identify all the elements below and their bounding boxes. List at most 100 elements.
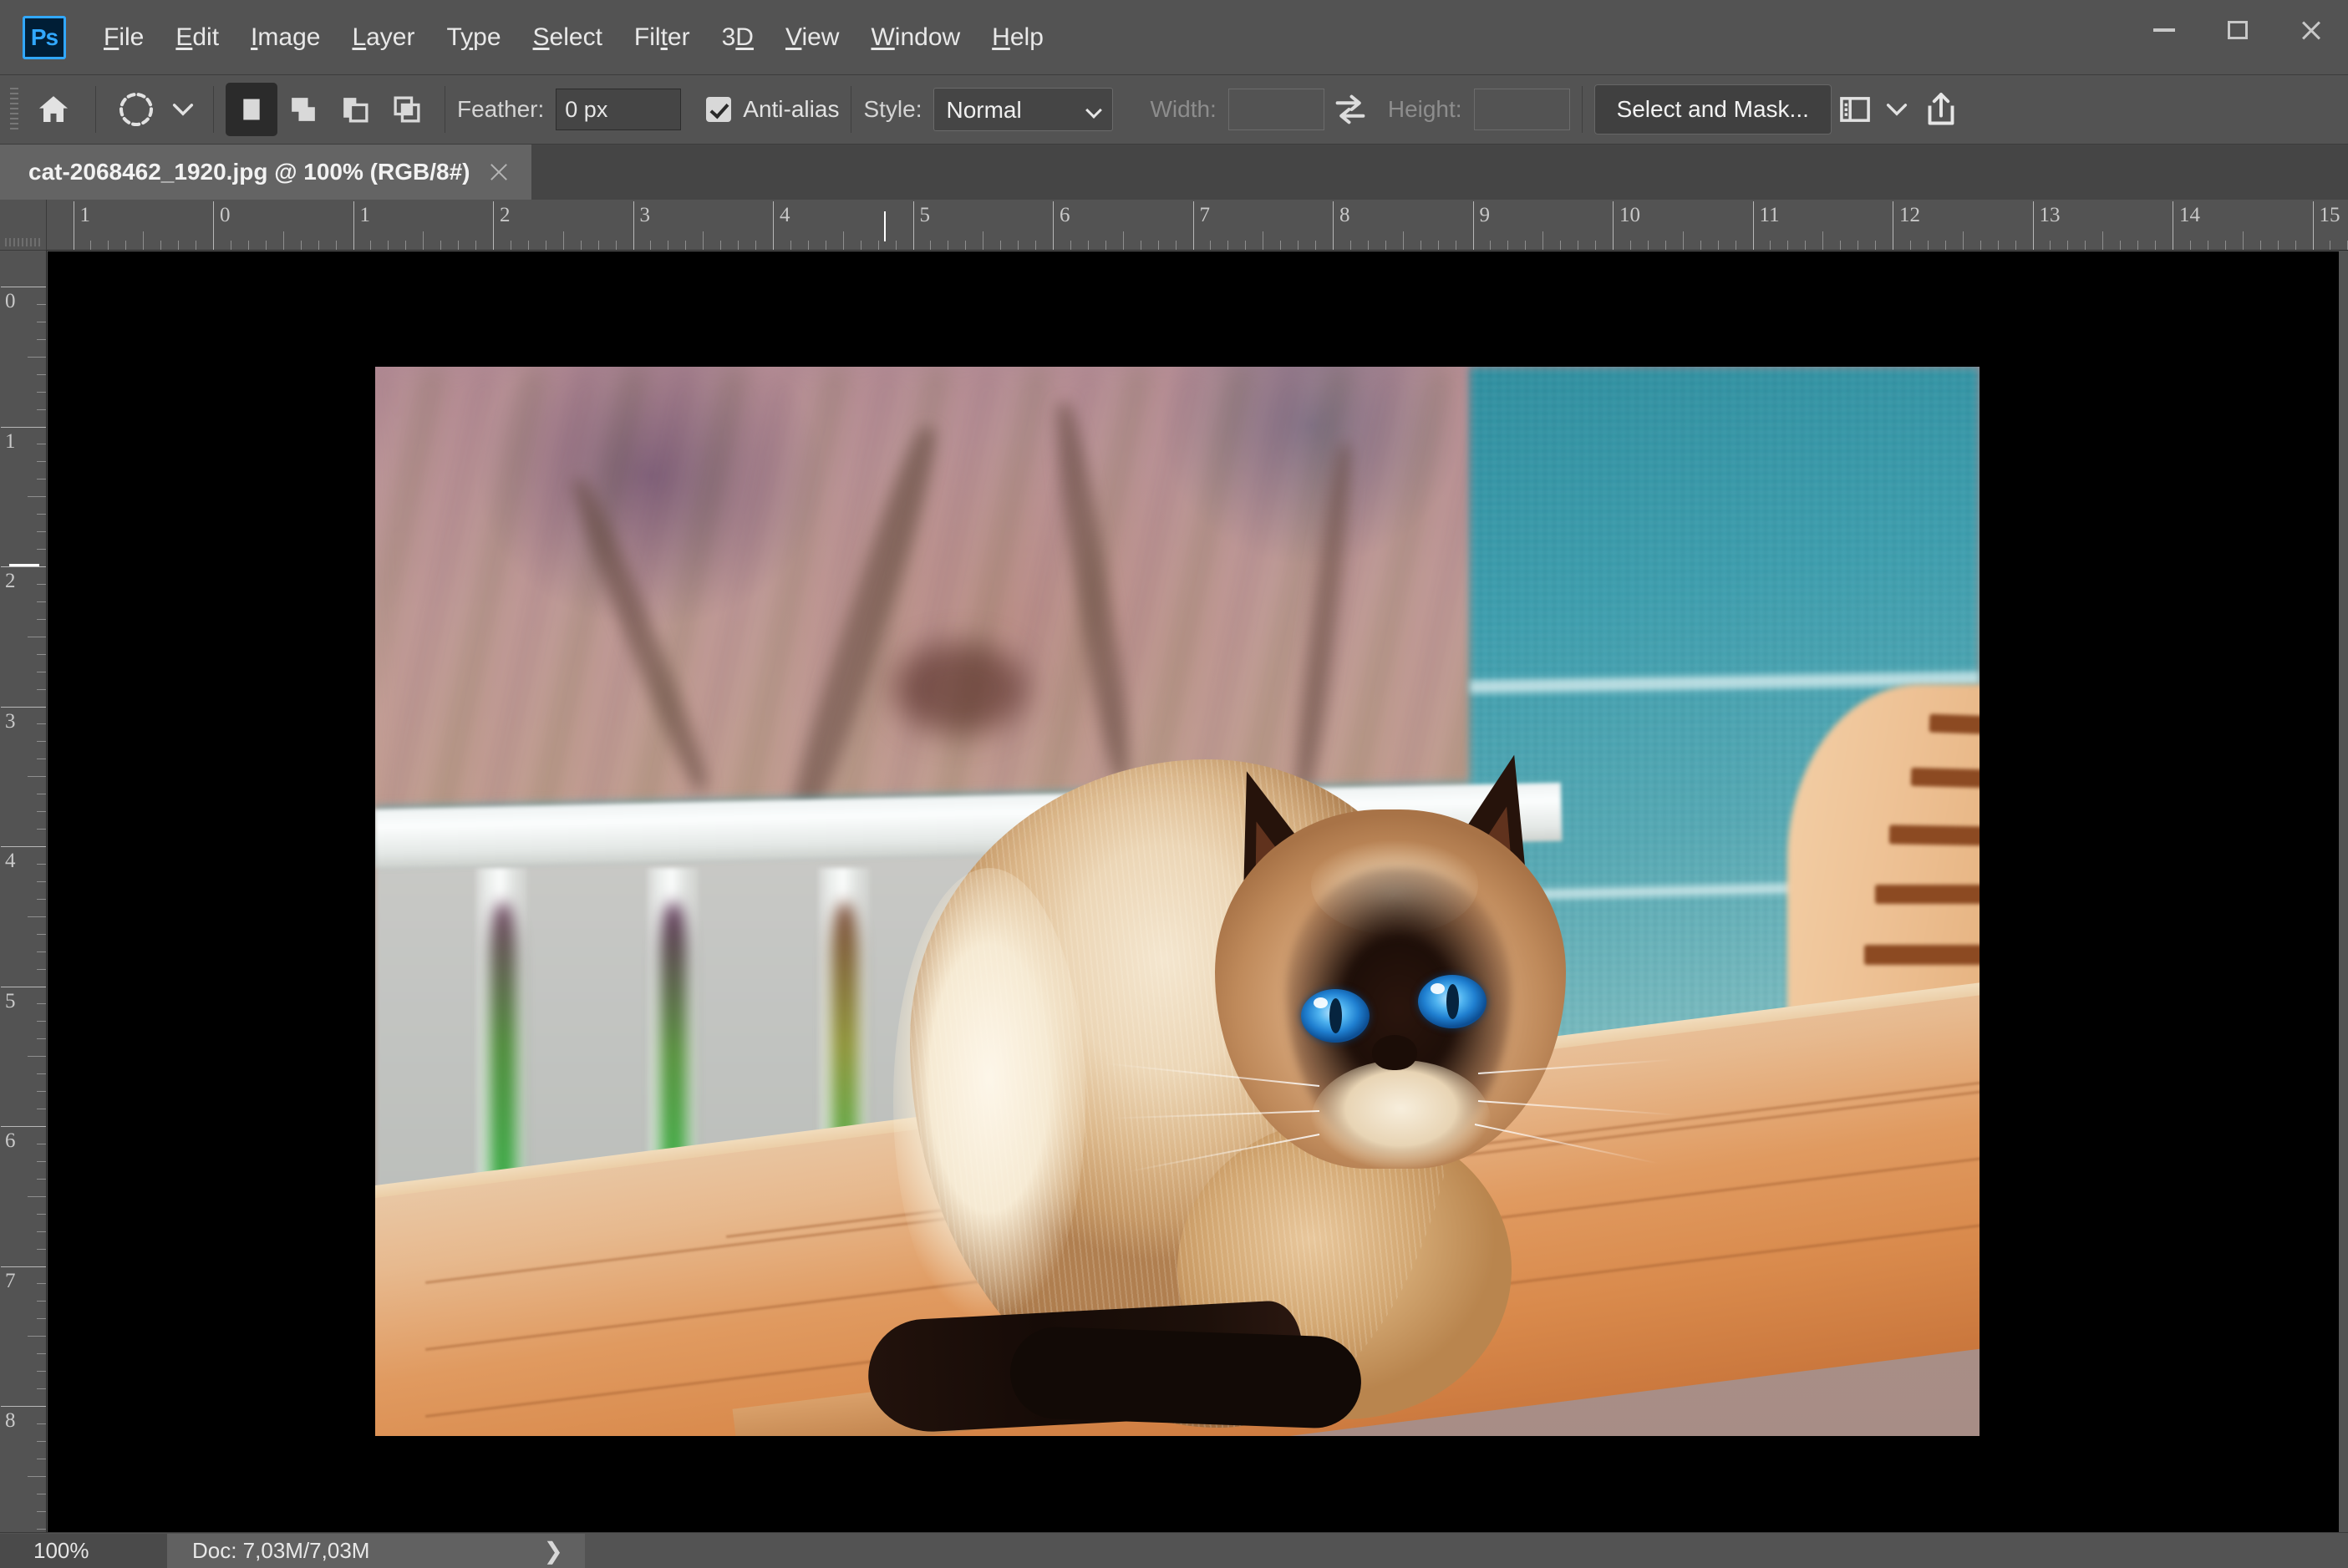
ruler-minor-tick	[1822, 231, 1824, 250]
height-input[interactable]	[1473, 89, 1570, 130]
intersect-with-selection-button[interactable]	[381, 83, 433, 136]
ruler-label: 2	[500, 204, 511, 226]
ruler-minor-tick	[895, 241, 897, 250]
menu-filter[interactable]: Filter	[618, 18, 706, 57]
ruler-major-tick	[1, 1126, 46, 1127]
menu-3d[interactable]: 3D	[706, 18, 770, 57]
ruler-minor-tick	[807, 241, 809, 250]
ruler-major-tick	[1333, 201, 1334, 250]
ruler-minor-tick	[37, 688, 46, 690]
ruler-corner[interactable]	[0, 200, 47, 251]
width-input[interactable]	[1227, 89, 1324, 130]
menu-layer[interactable]: Layer	[336, 18, 430, 57]
ruler-minor-tick	[37, 1248, 46, 1250]
swap-width-height-button[interactable]	[1324, 85, 1376, 134]
ruler-label: 0	[5, 290, 16, 312]
document-info[interactable]: Doc: 7,03M/7,03M ❯	[167, 1533, 585, 1568]
ruler-minor-tick	[458, 241, 460, 250]
ruler-minor-tick	[28, 1336, 46, 1337]
ruler-label: 13	[2039, 204, 2061, 226]
home-button[interactable]	[23, 84, 84, 134]
ruler-minor-tick	[37, 461, 46, 463]
menu-type[interactable]: Type	[430, 18, 516, 57]
tool-preset-dropdown[interactable]	[165, 84, 201, 134]
ruler-minor-tick	[37, 531, 46, 533]
horizontal-ruler[interactable]: 1 0 1 2 3 4 5 6 7 8 9 10 11 12 13 14 15	[47, 200, 2348, 251]
ruler-minor-tick	[37, 1073, 46, 1075]
menu-image[interactable]: Image	[235, 18, 336, 57]
minimize-button[interactable]	[2127, 0, 2201, 60]
ruler-minor-tick	[37, 1003, 46, 1005]
chevron-right-icon[interactable]: ❯	[544, 1537, 563, 1565]
cat-pupil	[1446, 984, 1459, 1019]
chair-slat	[1888, 825, 1980, 847]
ruler-minor-tick	[37, 1178, 46, 1180]
ruler-minor-tick	[2137, 241, 2139, 250]
ruler-minor-tick	[37, 1283, 46, 1285]
height-label: Height:	[1387, 96, 1462, 122]
ruler-position-marker	[9, 564, 39, 566]
share-button[interactable]	[1915, 85, 1967, 134]
photoshop-logo-icon: Ps	[23, 15, 66, 59]
new-selection-button[interactable]	[226, 83, 277, 136]
ruler-minor-tick	[178, 241, 180, 250]
subtract-from-selection-button[interactable]	[329, 83, 381, 136]
menu-item-list: File Edit Image Layer Type Select Filter…	[88, 18, 1060, 57]
ruler-minor-tick	[1909, 241, 1911, 250]
select-and-mask-button[interactable]: Select and Mask...	[1593, 84, 1832, 134]
ruler-minor-tick	[37, 741, 46, 743]
workspace-dropdown-button[interactable]	[1878, 86, 1915, 133]
close-icon[interactable]	[488, 161, 510, 183]
anti-alias-label: Anti-alias	[743, 96, 840, 122]
menu-bar: Ps File Edit Image Layer Type Select Fil…	[0, 0, 2348, 75]
ruler-minor-tick	[405, 241, 407, 250]
ruler-minor-tick	[37, 1231, 46, 1232]
document-tab[interactable]: cat-2068462_1920.jpg @ 100% (RGB/8#)	[0, 145, 532, 200]
ruler-minor-tick	[1315, 241, 1317, 250]
cat-left-eye	[1301, 989, 1370, 1043]
ruler-major-tick	[1, 426, 46, 428]
ruler-minor-tick	[1087, 241, 1089, 250]
ruler-minor-tick	[37, 863, 46, 865]
ruler-minor-tick	[1770, 241, 1771, 250]
menu-view[interactable]: View	[770, 18, 855, 57]
ruler-major-tick	[1, 1266, 46, 1267]
ruler-minor-tick	[2067, 241, 2069, 250]
ruler-major-tick	[353, 201, 354, 250]
menu-window[interactable]: Window	[855, 18, 976, 57]
ruler-minor-tick	[37, 1528, 46, 1530]
image-canvas[interactable]	[375, 367, 1980, 1436]
divider	[95, 86, 96, 133]
anti-alias-checkbox[interactable]	[706, 97, 732, 122]
menu-help[interactable]: Help	[976, 18, 1060, 57]
options-bar-grip[interactable]	[10, 87, 18, 132]
home-icon	[39, 96, 68, 122]
ruler-minor-tick	[1122, 231, 1124, 250]
share-export-icon	[1928, 93, 1954, 125]
ruler-minor-tick	[335, 241, 337, 250]
style-select[interactable]: Normal Fixed Ratio Fixed Size	[933, 88, 1114, 131]
ruler-minor-tick	[580, 241, 582, 250]
ruler-minor-tick	[2120, 241, 2122, 250]
ruler-label: 6	[5, 1129, 16, 1152]
cat-eye-glint	[1314, 997, 1328, 1008]
elliptical-marquee-tool-button[interactable]	[108, 84, 165, 134]
ruler-major-tick	[1192, 201, 1194, 250]
ruler-minor-tick	[37, 1301, 46, 1302]
menu-file[interactable]: File	[88, 18, 160, 57]
subtract-from-selection-icon	[343, 98, 368, 123]
vertical-ruler[interactable]: 0123456789	[0, 251, 47, 1532]
menu-select[interactable]: Select	[517, 18, 618, 57]
maximize-button[interactable]	[2201, 0, 2274, 60]
workspace-panel-button[interactable]	[1832, 86, 1878, 133]
ruler-minor-tick	[475, 241, 477, 250]
ruler-major-tick	[1, 846, 46, 847]
menu-edit[interactable]: Edit	[160, 18, 235, 57]
canvas-area[interactable]	[48, 251, 2348, 1532]
close-button[interactable]	[2274, 0, 2348, 60]
feather-input[interactable]	[556, 89, 682, 130]
ruler-minor-tick	[1402, 231, 1404, 250]
zoom-level-field[interactable]: 100%	[0, 1533, 167, 1568]
ruler-minor-tick	[37, 1318, 46, 1320]
add-to-selection-button[interactable]	[277, 83, 329, 136]
